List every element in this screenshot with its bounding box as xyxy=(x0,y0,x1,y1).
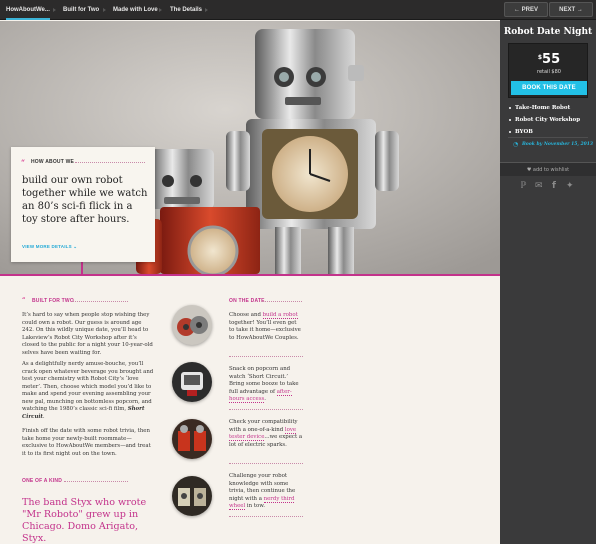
date-item-2: Snack on popcorn and watch ‘Short Circui… xyxy=(229,366,303,404)
date-item-text: Choose and xyxy=(229,312,263,318)
price-box: $55 retail $80 BOOK THIS DATE xyxy=(508,43,588,98)
arrow-right-icon: → xyxy=(576,7,583,13)
tab-howaboutwe[interactable]: HowAboutWe... xyxy=(6,0,50,20)
kind-text: The band Styx who wrote "Mr Roboto" grew… xyxy=(22,497,147,544)
includes-item: Robot City Workshop xyxy=(509,114,593,126)
how-text: build our own robot together while we wa… xyxy=(22,175,148,225)
facebook-icon[interactable]: f xyxy=(552,181,556,191)
date-item-1: Choose and build a robot together! You’l… xyxy=(229,312,303,342)
quote-icon: “ xyxy=(22,297,26,304)
book-by-date: Book by November 15, 2013 xyxy=(522,142,594,147)
label-rule xyxy=(262,301,302,302)
how-about-we-card: “ HOW ABOUT WE build our own robot toget… xyxy=(11,147,155,262)
hero-divider xyxy=(0,274,500,276)
next-button[interactable]: NEXT → xyxy=(549,2,593,17)
tab-the-details[interactable]: The Details xyxy=(170,0,202,20)
date-item-3: Check your compatibility with a one-of-a… xyxy=(229,419,303,449)
view-more-details-link[interactable]: VIEW MORE DETAILS ⌄ xyxy=(22,244,77,250)
built-label: BUILT FOR TWO xyxy=(32,298,74,304)
label-rule xyxy=(72,301,128,302)
built-paragraph-2: As a delightfully nerdy amuse-bouche, yo… xyxy=(22,361,154,421)
date-label: ON THE DATE xyxy=(229,298,265,304)
prev-button[interactable]: ← PREV xyxy=(504,2,548,17)
top-nav: HowAboutWe... Built for Two Made with Lo… xyxy=(0,0,500,20)
pager-bar: ← PREV NEXT → xyxy=(500,0,596,20)
pinterest-icon[interactable]: ℙ xyxy=(520,181,526,191)
nav-separator xyxy=(53,8,56,12)
thumb-short-circuit xyxy=(172,362,212,402)
date-item-4: Challenge your robot knowledge with some… xyxy=(229,473,303,511)
item-rule xyxy=(229,463,303,464)
built-paragraph-1: It’s hard to say when people stop wishin… xyxy=(22,312,153,356)
item-rule xyxy=(229,516,303,517)
nav-separator xyxy=(103,8,106,12)
book-this-date-button[interactable]: BOOK THIS DATE xyxy=(511,81,587,95)
nav-separator xyxy=(205,8,208,12)
label-rule xyxy=(75,162,145,163)
build-a-robot-link[interactable]: build a robot xyxy=(262,312,298,319)
robots-thumb-icon xyxy=(172,476,212,516)
built-text: As a delightfully nerdy amuse-bouche, yo… xyxy=(22,361,154,412)
tab-built-for-two[interactable]: Built for Two xyxy=(63,0,99,20)
sidebar-divider xyxy=(508,137,588,138)
date-item-text: in tow. xyxy=(245,503,265,509)
kind-label: ONE OF A KIND xyxy=(22,478,63,484)
currency-symbol: $ xyxy=(537,54,543,61)
robots-thumb-icon xyxy=(172,419,212,459)
prev-label: PREV xyxy=(521,7,538,13)
wishlist-label: add to wishlist xyxy=(532,167,570,173)
built-paragraph-3: Finish off the date with some robot triv… xyxy=(22,428,151,457)
hero-divider-tick xyxy=(81,262,83,276)
clock-icon: ◔ xyxy=(513,141,519,148)
built-text: . xyxy=(42,413,45,420)
view-more-label: VIEW MORE DETAILS xyxy=(22,244,72,249)
item-rule xyxy=(229,356,303,357)
robot-thumb-icon xyxy=(177,316,208,336)
email-icon[interactable]: ✉ xyxy=(535,181,543,191)
date-title: Robot Date Night xyxy=(503,27,593,37)
includes-item: Take-Home Robot xyxy=(509,102,593,114)
wishlist-bar[interactable]: ♥ add to wishlist xyxy=(500,162,596,176)
thumb-build-robot xyxy=(172,305,212,345)
tv-thumb-icon xyxy=(172,362,212,402)
heart-icon: ♥ xyxy=(526,167,532,173)
thumb-trivia xyxy=(172,476,212,516)
twitter-icon[interactable]: ✦ xyxy=(566,181,574,191)
includes-list: Take-Home Robot Robot City Workshop BYOB xyxy=(509,102,593,138)
add-to-wishlist[interactable]: ♥ add to wishlist xyxy=(500,167,596,173)
item-rule xyxy=(229,409,303,410)
chevron-down-icon: ⌄ xyxy=(73,244,78,249)
retail-price: retail $80 xyxy=(537,69,561,75)
next-label: NEXT xyxy=(559,7,576,13)
thumb-love-tester xyxy=(172,419,212,459)
label-rule xyxy=(64,481,128,482)
sidebar: ← PREV NEXT → Robot Date Night $55 retai… xyxy=(500,0,596,544)
how-label: HOW ABOUT WE xyxy=(31,159,75,165)
arrow-left-icon: ← xyxy=(513,7,520,13)
price: $55 xyxy=(509,52,589,67)
tab-made-with-love[interactable]: Made with Love xyxy=(113,0,158,20)
nav-separator xyxy=(159,8,162,12)
date-item-text: together! You’ll even get to take it hom… xyxy=(229,319,301,341)
price-value: 55 xyxy=(542,52,561,67)
quote-icon: “ xyxy=(21,158,26,167)
date-item-text: . xyxy=(264,396,266,402)
